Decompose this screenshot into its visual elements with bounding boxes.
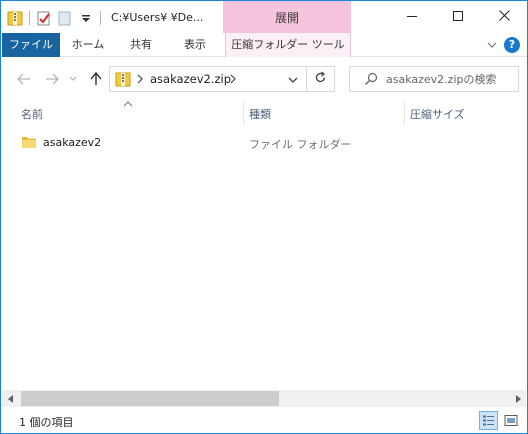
search-box[interactable] bbox=[349, 66, 519, 92]
breadcrumb-chevron-icon[interactable] bbox=[135, 73, 145, 85]
navigation-bar: asakazev2.zip bbox=[1, 58, 527, 102]
customize-toolbar-icon[interactable] bbox=[78, 10, 94, 26]
folder-icon bbox=[21, 135, 37, 149]
minimize-icon bbox=[407, 11, 417, 24]
close-icon bbox=[498, 10, 510, 24]
large-icons-view-icon[interactable] bbox=[501, 411, 520, 430]
new-folder-icon[interactable] bbox=[57, 10, 73, 26]
minimize-button[interactable] bbox=[389, 1, 435, 33]
file-row[interactable]: asakazev2 ファイル フォルダー bbox=[15, 131, 515, 153]
quick-access-toolbar bbox=[7, 9, 107, 27]
back-arrow-icon[interactable] bbox=[15, 70, 33, 88]
address-dropdown-chevron-icon[interactable] bbox=[286, 73, 300, 87]
status-bar: 1 個の項目 bbox=[1, 407, 527, 433]
help-icon[interactable]: ? bbox=[504, 37, 520, 53]
column-header-compressed-size[interactable]: 圧縮サイズ bbox=[410, 106, 465, 122]
window-title: C:¥Users¥ ¥De... bbox=[111, 11, 204, 24]
search-icon bbox=[364, 72, 378, 86]
close-button[interactable] bbox=[481, 1, 527, 33]
refresh-button[interactable] bbox=[307, 66, 335, 92]
file-type: ファイル フォルダー bbox=[249, 138, 352, 151]
tab-home[interactable]: ホーム bbox=[63, 33, 113, 57]
forward-arrow-icon[interactable] bbox=[43, 70, 61, 88]
maximize-button[interactable] bbox=[435, 1, 481, 33]
toolbar-divider bbox=[29, 11, 30, 25]
zip-folder-icon bbox=[115, 71, 131, 87]
file-name: asakazev2 bbox=[43, 136, 102, 149]
zip-folder-icon[interactable] bbox=[7, 10, 23, 26]
properties-icon[interactable] bbox=[36, 10, 52, 26]
column-divider[interactable] bbox=[243, 102, 244, 124]
ribbon-tabs: ファイル ホーム 共有 表示 圧縮フォルダー ツール ? bbox=[1, 33, 527, 57]
tab-compressed-folder-tools[interactable]: 圧縮フォルダー ツール bbox=[225, 33, 351, 57]
address-bar[interactable]: asakazev2.zip bbox=[109, 66, 307, 92]
column-divider[interactable] bbox=[404, 102, 405, 124]
details-view-icon[interactable] bbox=[479, 411, 498, 430]
tab-view[interactable]: 表示 bbox=[169, 33, 221, 57]
scroll-left-arrow-icon[interactable] bbox=[2, 390, 19, 407]
maximize-icon bbox=[453, 10, 463, 24]
recent-locations-chevron-icon[interactable] bbox=[67, 70, 79, 88]
title-bar: C:¥Users¥ ¥De... 展開 bbox=[1, 1, 527, 33]
explorer-window: C:¥Users¥ ¥De... 展開 ファイル ホーム 共有 表示 圧縮フォル… bbox=[0, 0, 528, 434]
scroll-right-arrow-icon[interactable] bbox=[509, 390, 526, 407]
column-headers: 名前 種類 圧縮サイズ bbox=[1, 101, 527, 126]
toolbar-divider bbox=[100, 11, 101, 25]
search-input[interactable] bbox=[386, 70, 516, 88]
sort-ascending-icon bbox=[123, 97, 133, 107]
context-tab-extract[interactable]: 展開 bbox=[223, 1, 351, 33]
breadcrumb-current[interactable]: asakazev2.zip bbox=[150, 72, 231, 86]
tab-file[interactable]: ファイル bbox=[2, 33, 60, 57]
tab-share[interactable]: 共有 bbox=[115, 33, 167, 57]
column-header-type[interactable]: 種類 bbox=[249, 106, 271, 122]
up-arrow-icon[interactable] bbox=[87, 70, 105, 88]
column-header-name[interactable]: 名前 bbox=[21, 106, 43, 122]
item-count: 1 個の項目 bbox=[19, 416, 74, 429]
expand-ribbon-chevron-icon[interactable] bbox=[485, 38, 499, 52]
breadcrumb-chevron-icon[interactable] bbox=[228, 73, 238, 85]
refresh-icon bbox=[314, 71, 327, 87]
horizontal-scrollbar[interactable] bbox=[2, 390, 526, 407]
scrollbar-thumb[interactable] bbox=[21, 391, 279, 406]
